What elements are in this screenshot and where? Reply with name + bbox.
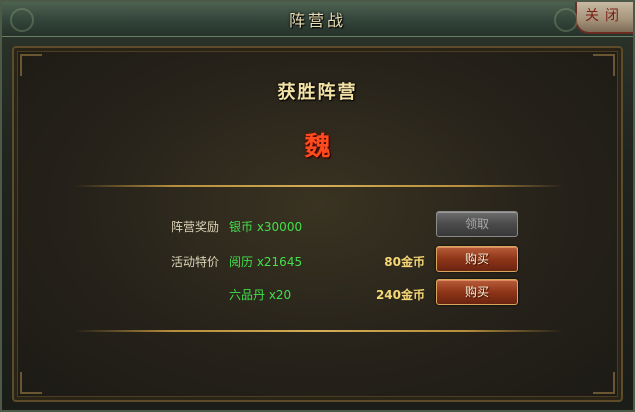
result-panel: 获胜阵营 魏 阵营奖励 银币 x30000 领取 活动特价 阅历 x21645 …: [12, 46, 623, 402]
faction-war-window: 阵营战 关闭 获胜阵营 魏 阵营奖励 银币 x30000 领取 活动特价 阅历 …: [0, 0, 635, 412]
row-label: 阵营奖励: [170, 220, 219, 234]
title-bar: 阵营战 关闭: [2, 2, 633, 37]
reward-row-faction: 阵营奖励 银币 x30000 领取: [14, 211, 625, 241]
reward-list: 阵营奖励 银币 x30000 领取 活动特价 阅历 x21645 80金币 购买…: [14, 48, 625, 404]
reward-price: 240金币: [375, 288, 425, 302]
row-label: 活动特价: [170, 255, 219, 269]
reward-price: 80金币: [384, 255, 425, 269]
reward-row-special-2: 六品丹 x20 240金币 购买: [14, 279, 625, 309]
reward-item: 六品丹 x20: [229, 288, 292, 302]
reward-item: 阅历 x21645: [229, 255, 303, 269]
reward-row-special-1: 活动特价 阅历 x21645 80金币 购买: [14, 246, 625, 276]
window-title: 阵营战: [288, 11, 346, 30]
claim-button[interactable]: 领取: [436, 211, 518, 237]
buy-button[interactable]: 购买: [436, 279, 518, 305]
close-button[interactable]: 关闭: [575, 2, 633, 34]
buy-button[interactable]: 购买: [436, 246, 518, 272]
reward-item: 银币 x30000: [229, 220, 303, 234]
divider-bottom: [74, 330, 564, 332]
